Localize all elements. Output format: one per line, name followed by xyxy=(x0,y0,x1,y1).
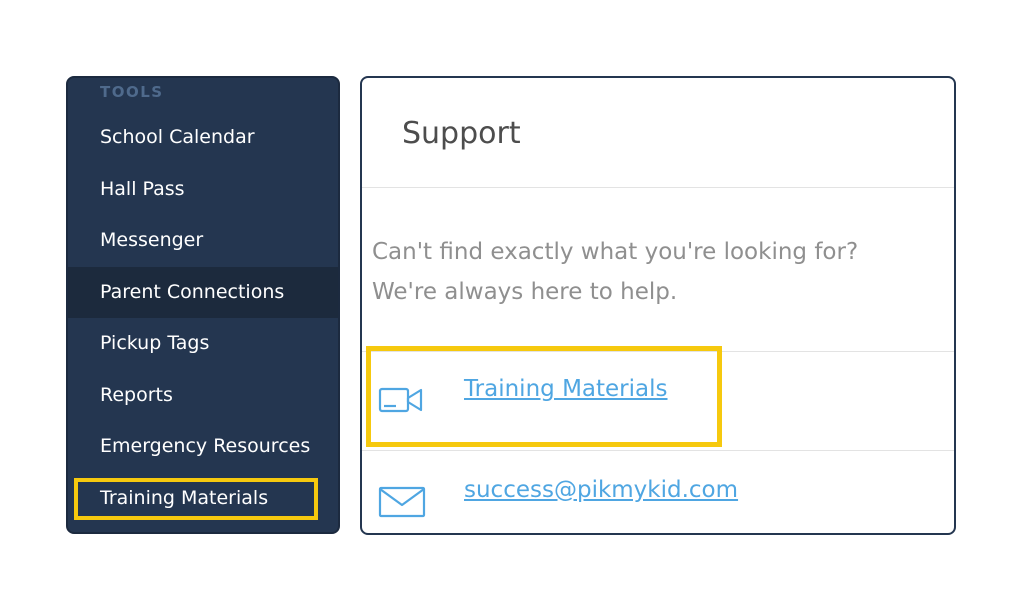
sidebar-item-messenger[interactable]: Messenger xyxy=(68,215,338,267)
email-row[interactable]: success@pikmykid.com xyxy=(362,451,954,533)
sidebar-item-parent-connections[interactable]: Parent Connections xyxy=(68,266,338,318)
sidebar-item-school-calendar[interactable]: School Calendar xyxy=(68,112,338,164)
sidebar-nav-list: School Calendar Hall Pass Messenger Pare… xyxy=(68,112,338,524)
intro-line-2: We're always here to help. xyxy=(372,279,678,305)
training-materials-link[interactable]: Training Materials xyxy=(464,376,668,402)
support-intro: Can't find exactly what you're looking f… xyxy=(372,232,858,312)
video-camera-icon xyxy=(378,386,424,420)
panel-title: Support xyxy=(402,116,521,151)
tools-section-heading: TOOLS xyxy=(100,83,164,101)
support-email-link[interactable]: success@pikmykid.com xyxy=(464,477,738,503)
training-materials-row[interactable]: Training Materials xyxy=(362,352,954,450)
envelope-icon xyxy=(378,486,426,522)
sidebar-item-hall-pass[interactable]: Hall Pass xyxy=(68,164,338,216)
sidebar: TOOLS School Calendar Hall Pass Messenge… xyxy=(66,76,340,534)
support-panel: Support Can't find exactly what you're l… xyxy=(360,76,956,535)
sidebar-item-training-materials[interactable]: Training Materials xyxy=(68,473,338,525)
intro-line-1: Can't find exactly what you're looking f… xyxy=(372,239,859,265)
sidebar-item-reports[interactable]: Reports xyxy=(68,370,338,422)
sidebar-item-emergency-resources[interactable]: Emergency Resources xyxy=(68,421,338,473)
sidebar-item-pickup-tags[interactable]: Pickup Tags xyxy=(68,318,338,370)
title-divider xyxy=(362,187,954,188)
screenshot-stage: TOOLS School Calendar Hall Pass Messenge… xyxy=(0,0,1024,605)
